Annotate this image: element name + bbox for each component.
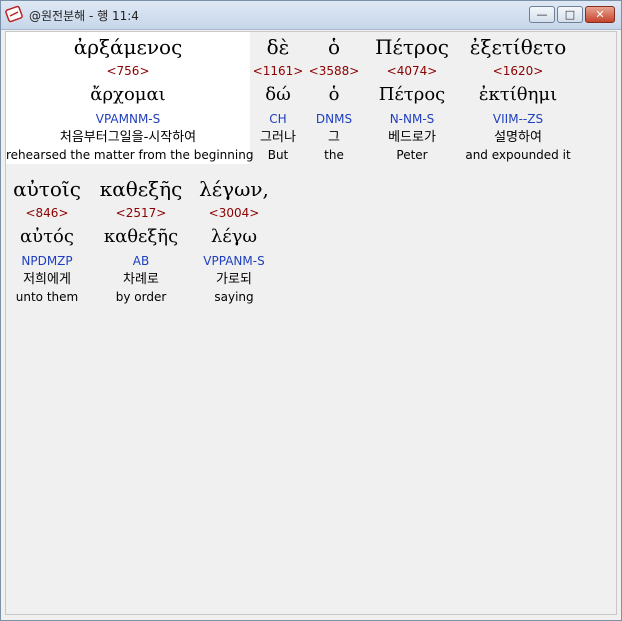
strong-number: <3588> xyxy=(308,64,360,78)
lemma: Πέτρος xyxy=(378,84,446,105)
greek-word: Πέτρος xyxy=(375,35,449,59)
korean-gloss: 그 xyxy=(328,130,340,145)
english-gloss: the xyxy=(324,148,344,162)
greek-word: ἀρξάμενος xyxy=(73,35,183,59)
lemma: ἐκτίθημι xyxy=(478,84,558,105)
maximize-button[interactable]: □ xyxy=(557,6,583,23)
word-block[interactable]: ἐξετίθετο <1620> ἐκτίθημι VIIM--ZS 설명하여 … xyxy=(462,32,574,164)
strong-number: <756> xyxy=(106,64,150,78)
korean-gloss: 그러나 xyxy=(260,130,296,145)
english-gloss: unto them xyxy=(15,290,79,304)
lemma: ὁ xyxy=(328,84,340,105)
lemma: ἄρχομαι xyxy=(90,84,166,105)
morphology-code: VPAMNM-S xyxy=(95,112,161,126)
word-block[interactable]: δὲ <1161> δώ CH 그러나 But xyxy=(250,32,306,164)
english-gloss: by order xyxy=(115,290,167,304)
korean-gloss: 처음부터그일을-시작하여 xyxy=(59,130,197,145)
korean-gloss: 베드로가 xyxy=(388,130,436,145)
app-window: @원전분해 - 행 11:4 — □ ✕ ἀρξάμενος <756> ἄρχ… xyxy=(0,0,622,621)
lemma: καθεξῆς xyxy=(103,226,179,247)
lemma: αὐτός xyxy=(20,226,74,247)
greek-word: ἐξετίθετο xyxy=(469,35,567,59)
korean-gloss: 저희에게 xyxy=(23,272,71,287)
english-gloss: saying xyxy=(214,290,254,304)
strong-number: <2517> xyxy=(115,206,167,220)
minimize-button[interactable]: — xyxy=(529,6,555,23)
lemma: λέγω xyxy=(210,226,258,247)
korean-gloss: 차례로 xyxy=(123,272,159,287)
window-title: @원전분해 - 행 11:4 xyxy=(29,9,139,23)
word-block[interactable]: καθεξῆς <2517> καθεξῆς AB 차례로 by order xyxy=(88,174,194,306)
word-block[interactable]: ἀρξάμενος <756> ἄρχομαι VPAMNM-S 처음부터그일을… xyxy=(6,32,254,164)
morphology-code: VPPANM-S xyxy=(203,254,265,268)
greek-word: αὐτοῖς xyxy=(13,177,81,201)
window-controls: — □ ✕ xyxy=(529,6,615,23)
word-block[interactable]: αὐτοῖς <846> αὐτός NPDMZP 저희에게 unto them xyxy=(6,174,88,306)
strong-number: <4074> xyxy=(386,64,438,78)
word-block[interactable]: λέγων, <3004> λέγω VPPANM-S 가로되 saying xyxy=(194,174,274,306)
english-gloss: rehearsed the matter from the beginning xyxy=(6,148,254,162)
morphology-code: CH xyxy=(269,112,287,126)
strong-number: <1620> xyxy=(492,64,544,78)
lemma: δώ xyxy=(265,84,291,105)
english-gloss: and expounded it xyxy=(465,148,571,162)
morphology-code: AB xyxy=(132,254,150,268)
greek-word: δὲ xyxy=(266,35,290,59)
greek-word: ὁ xyxy=(327,35,341,59)
greek-word: καθεξῆς xyxy=(99,177,183,201)
word-block[interactable]: ὁ <3588> ὁ DNMS 그 the xyxy=(306,32,362,164)
title-bar[interactable]: @원전분해 - 행 11:4 — □ ✕ xyxy=(1,1,621,30)
morphology-code: N-NM-S xyxy=(389,112,435,126)
korean-gloss: 설명하여 xyxy=(494,130,542,145)
strong-number: <1161> xyxy=(252,64,304,78)
app-icon xyxy=(5,5,23,23)
morphology-code: DNMS xyxy=(315,112,353,126)
greek-word: λέγων, xyxy=(199,177,269,201)
morphology-code: NPDMZP xyxy=(21,254,73,268)
word-block[interactable]: Πέτρος <4074> Πέτρος N-NM-S 베드로가 Peter xyxy=(362,32,462,164)
korean-gloss: 가로되 xyxy=(216,272,252,287)
english-gloss: Peter xyxy=(396,148,428,162)
interlinear-panel: ἀρξάμενος <756> ἄρχομαι VPAMNM-S 처음부터그일을… xyxy=(5,31,617,615)
close-button[interactable]: ✕ xyxy=(585,6,615,23)
english-gloss: But xyxy=(267,148,289,162)
strong-number: <846> xyxy=(25,206,69,220)
morphology-code: VIIM--ZS xyxy=(492,112,544,126)
strong-number: <3004> xyxy=(208,206,260,220)
